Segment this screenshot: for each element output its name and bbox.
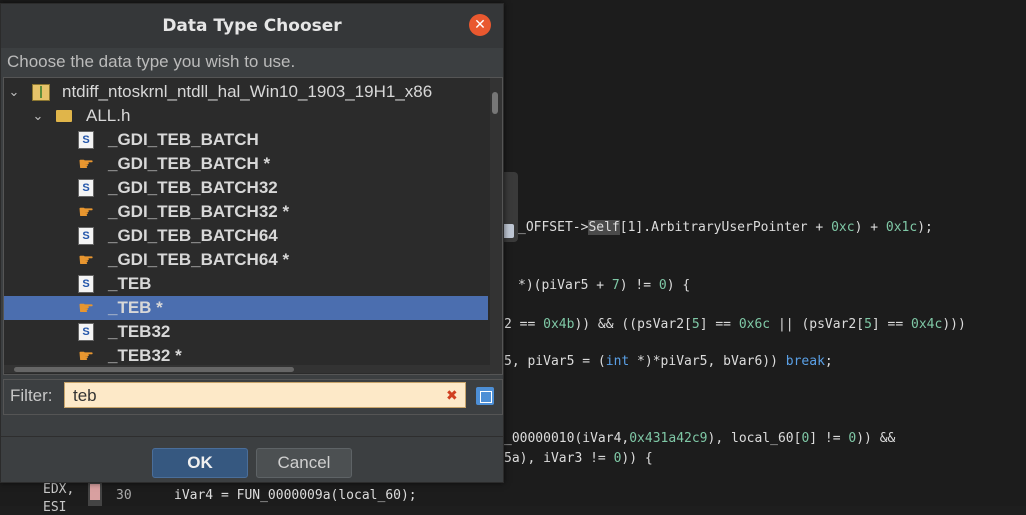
vertical-scroll-thumb[interactable] bbox=[492, 92, 498, 114]
tree-item-label: _GDI_TEB_BATCH32 bbox=[108, 178, 278, 197]
filter-options-icon[interactable] bbox=[476, 387, 494, 405]
tree-item-label: _TEB32 bbox=[108, 322, 171, 341]
tree-item-label: _GDI_TEB_BATCH64 * bbox=[108, 250, 290, 269]
structure-icon: S bbox=[78, 227, 94, 245]
tree-item[interactable]: ☛ _TEB * bbox=[4, 296, 488, 320]
filter-input[interactable]: teb bbox=[64, 382, 466, 408]
tree-root-row[interactable]: ⌄ ntdiff_ntoskrnl_ntdll_hal_Win10_1903_1… bbox=[4, 80, 488, 104]
code-line-4: 5, piVar5 = (int *)*piVar5, bVar6)) brea… bbox=[504, 354, 833, 369]
close-icon: ✕ bbox=[474, 17, 486, 33]
close-button[interactable]: ✕ bbox=[469, 14, 491, 36]
structure-icon: S bbox=[78, 179, 94, 197]
tree-item[interactable]: S _TEB bbox=[4, 272, 488, 296]
code-line-2: *)(piVar5 + 7) != 0) { bbox=[518, 278, 691, 293]
footer-divider bbox=[1, 436, 503, 437]
ok-button[interactable]: OK bbox=[152, 448, 248, 478]
code-line-6: 5a), iVar3 != 0)) { bbox=[504, 451, 653, 466]
pointer-icon: ☛ bbox=[78, 298, 95, 318]
tree-item[interactable]: ☛ _GDI_TEB_BATCH32 * bbox=[4, 200, 488, 224]
tree-root-label: ntdiff_ntoskrnl_ntdll_hal_Win10_1903_19H… bbox=[62, 82, 433, 101]
chevron-down-icon[interactable]: ⌄ bbox=[8, 80, 20, 104]
instruction-text: Choose the data type you wish to use. bbox=[7, 52, 296, 71]
tree-item-label: _TEB bbox=[108, 274, 152, 293]
tree-item[interactable]: S _GDI_TEB_BATCH64 bbox=[4, 224, 488, 248]
chevron-down-icon[interactable]: ⌄ bbox=[32, 104, 44, 128]
filter-bar: Filter: teb ✖ bbox=[3, 379, 503, 415]
tree-folder-label: ALL.h bbox=[86, 106, 131, 125]
cancel-button[interactable]: Cancel bbox=[256, 448, 352, 478]
tree-item-label: _TEB * bbox=[108, 298, 163, 317]
register-label-edx: EDX, bbox=[43, 482, 75, 497]
breakpoint-icon[interactable] bbox=[90, 484, 100, 500]
register-label-esi: ESI bbox=[43, 500, 67, 515]
structure-icon: S bbox=[78, 323, 94, 341]
code-line-1: _OFFSET->Self[1].ArbitraryUserPointer + … bbox=[518, 220, 933, 235]
tree-folder-row[interactable]: ⌄ ALL.h bbox=[4, 104, 488, 128]
code-line-5: _00000010(iVar4,0x431a42c9), local_60[0]… bbox=[504, 431, 896, 446]
vertical-scrollbar[interactable] bbox=[490, 78, 502, 374]
tree-item[interactable]: S _GDI_TEB_BATCH bbox=[4, 128, 488, 152]
pointer-icon: ☛ bbox=[78, 154, 95, 174]
pointer-icon: ☛ bbox=[78, 250, 95, 270]
clear-filter-icon[interactable]: ✖ bbox=[446, 388, 458, 404]
tree-item-label: _GDI_TEB_BATCH bbox=[108, 130, 259, 149]
structure-icon: S bbox=[78, 131, 94, 149]
dialog-title: Data Type Chooser bbox=[162, 16, 342, 36]
filter-label: Filter: bbox=[10, 386, 53, 405]
folder-icon bbox=[56, 110, 72, 122]
tree-item-label: _GDI_TEB_BATCH32 * bbox=[108, 202, 290, 221]
dialog-titlebar[interactable]: Data Type Chooser ✕ bbox=[1, 4, 503, 48]
tree-item[interactable]: S _TEB32 bbox=[4, 320, 488, 344]
code-line-3: 2 == 0x4b)) && ((psVar2[5] == 0x6c || (p… bbox=[504, 317, 966, 332]
structure-icon: S bbox=[78, 275, 94, 293]
tree-item-label: _GDI_TEB_BATCH64 bbox=[108, 226, 278, 245]
tree-item-label: _GDI_TEB_BATCH * bbox=[108, 154, 271, 173]
tree-item[interactable]: ☛ _GDI_TEB_BATCH64 * bbox=[4, 248, 488, 272]
data-type-tree[interactable]: ⌄ ntdiff_ntoskrnl_ntdll_hal_Win10_1903_1… bbox=[3, 77, 503, 375]
archive-book-icon bbox=[32, 84, 50, 101]
pointer-icon: ☛ bbox=[78, 202, 95, 222]
tree-item[interactable]: S _GDI_TEB_BATCH32 bbox=[4, 176, 488, 200]
data-type-chooser-dialog: Data Type Chooser ✕ Choose the data type… bbox=[0, 3, 504, 483]
tree-item[interactable]: ☛ _GDI_TEB_BATCH * bbox=[4, 152, 488, 176]
horizontal-scroll-thumb[interactable] bbox=[14, 367, 294, 372]
code-line-7: iVar4 = FUN_0000009a(local_60); bbox=[174, 488, 417, 503]
line-number: 30 bbox=[116, 488, 132, 503]
